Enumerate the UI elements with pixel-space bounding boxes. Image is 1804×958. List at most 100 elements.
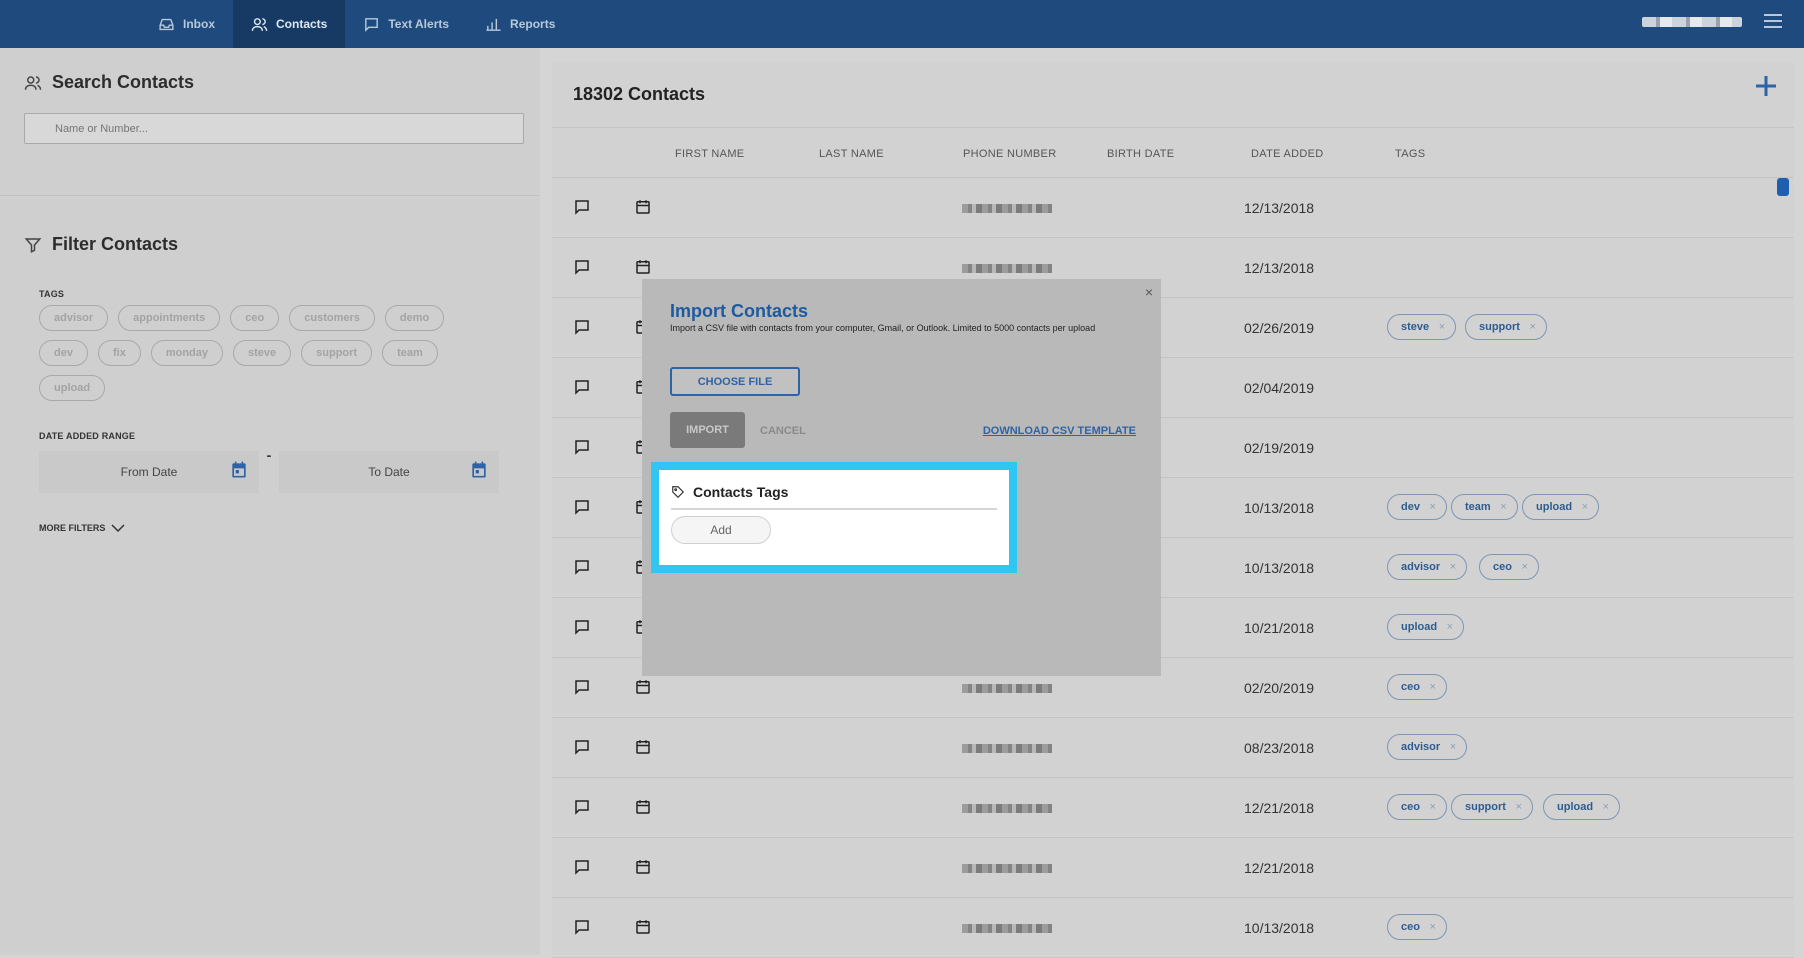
column-header[interactable]: TAGS [1395,148,1425,160]
filter-tag[interactable]: advisor [39,305,109,331]
message-icon[interactable] [573,678,591,696]
modal-description: Import a CSV file with contacts from you… [670,323,1096,333]
nav-text-alerts[interactable]: Text Alerts [345,0,467,48]
table-row[interactable]: 08/23/2018 advisor [552,718,1794,778]
scrollbar-thumb[interactable] [1777,178,1789,196]
calendar-icon[interactable] [634,918,652,936]
message-icon[interactable] [573,798,591,816]
download-csv-template-link[interactable]: DOWNLOAD CSV TEMPLATE [983,425,1136,437]
user-name-redacted[interactable] [1642,17,1742,27]
column-header[interactable]: LAST NAME [819,148,884,160]
bar-chart-icon [486,18,501,31]
nav-contacts[interactable]: Contacts [233,0,346,48]
close-icon[interactable]: × [1145,284,1153,300]
filter-tag[interactable]: team [382,340,438,366]
to-date-label: To Date [368,465,410,479]
tags-label: TAGS [39,289,65,299]
row-tag[interactable]: steve [1387,314,1457,340]
filter-tag[interactable]: support [301,340,373,366]
filter-tag[interactable]: fix [97,340,141,366]
inbox-icon [159,18,174,30]
nav-text-alerts-label: Text Alerts [388,17,450,31]
row-tag[interactable]: advisor [1387,734,1468,760]
row-tag[interactable]: support [1465,314,1547,340]
row-tag[interactable]: support [1451,794,1533,820]
phone-number-redacted [962,204,1052,213]
table-row[interactable]: 12/21/2018 [552,838,1794,898]
filter-tag[interactable]: upload [39,375,106,401]
message-icon[interactable] [573,198,591,216]
date-added-cell: 12/21/2018 [1244,800,1315,816]
message-icon[interactable] [573,378,591,396]
contacts-header: 18302 Contacts [552,62,1794,128]
calendar-icon[interactable] [634,858,652,876]
to-date-field[interactable]: To Date [279,451,499,493]
calendar-icon[interactable] [634,738,652,756]
filter-tag[interactable]: dev [39,340,88,366]
message-icon[interactable] [573,618,591,636]
nav-inbox[interactable]: Inbox [140,0,233,48]
filter-panel: Filter Contacts TAGS advisor appointment… [0,196,540,533]
search-input[interactable] [24,113,524,144]
contacts-tags-title: Contacts Tags [693,484,789,500]
calendar-icon[interactable] [634,258,652,276]
contacts-icon [24,75,42,90]
date-separator: - [266,447,272,463]
filter-tag[interactable]: demo [384,305,445,331]
message-icon[interactable] [573,438,591,456]
row-tag[interactable]: upload [1522,494,1600,520]
calendar-icon[interactable] [634,198,652,216]
row-tag[interactable]: upload [1543,794,1621,820]
phone-number-redacted [962,684,1052,693]
more-filters-toggle[interactable]: MORE FILTERS [39,523,516,533]
cancel-button[interactable]: CANCEL [760,425,806,437]
filter-tag[interactable]: ceo [230,305,280,331]
message-icon[interactable] [573,258,591,276]
row-tag[interactable]: dev [1387,494,1447,520]
message-icon[interactable] [573,918,591,936]
row-tag[interactable]: advisor [1387,554,1468,580]
add-contact-icon[interactable] [1754,74,1778,98]
row-tag[interactable]: ceo [1479,554,1539,580]
phone-number-redacted [962,744,1052,753]
choose-file-button[interactable]: CHOOSE FILE [670,367,800,396]
row-tag[interactable]: team [1451,494,1518,520]
message-icon[interactable] [573,558,591,576]
message-icon[interactable] [573,318,591,336]
message-icon[interactable] [573,738,591,756]
calendar-icon[interactable] [634,798,652,816]
filter-tag[interactable]: appointments [118,305,221,331]
row-tag[interactable]: ceo [1387,794,1447,820]
add-tag-button[interactable]: Add [671,516,771,544]
row-tag[interactable]: ceo [1387,674,1447,700]
filter-tag[interactable]: monday [150,340,223,366]
date-added-cell: 12/21/2018 [1244,860,1315,876]
calendar-icon[interactable] [229,460,249,480]
column-header[interactable]: DATE ADDED [1251,148,1323,160]
table-row[interactable]: 12/13/2018 [552,178,1794,238]
date-added-cell: 02/20/2019 [1244,680,1315,696]
message-icon[interactable] [573,858,591,876]
calendar-icon[interactable] [469,460,489,480]
column-header[interactable]: BIRTH DATE [1107,148,1174,160]
calendar-icon[interactable] [634,678,652,696]
nav-reports[interactable]: Reports [467,0,573,48]
row-tag[interactable]: upload [1387,614,1465,640]
contacts-icon [251,17,268,31]
date-added-cell: 10/13/2018 [1244,920,1315,936]
filter-tag[interactable]: steve [233,340,292,366]
from-date-field[interactable]: From Date [39,451,259,493]
table-header: FIRST NAME LAST NAME PHONE NUMBER BIRTH … [552,128,1794,178]
hamburger-menu-icon[interactable] [1764,14,1782,28]
message-icon[interactable] [573,498,591,516]
date-added-cell: 02/19/2019 [1244,440,1315,456]
phone-number-redacted [962,804,1052,813]
column-header[interactable]: PHONE NUMBER [963,148,1056,160]
table-row[interactable]: 12/21/2018 ceosupport upload [552,778,1794,838]
table-row[interactable]: 10/13/2018 ceo [552,898,1794,958]
filter-tag[interactable]: customers [289,305,375,331]
row-tag[interactable]: ceo [1387,914,1447,940]
date-added-cell: 10/13/2018 [1244,560,1315,576]
column-header[interactable]: FIRST NAME [675,148,744,160]
import-button[interactable]: IMPORT [670,412,745,448]
